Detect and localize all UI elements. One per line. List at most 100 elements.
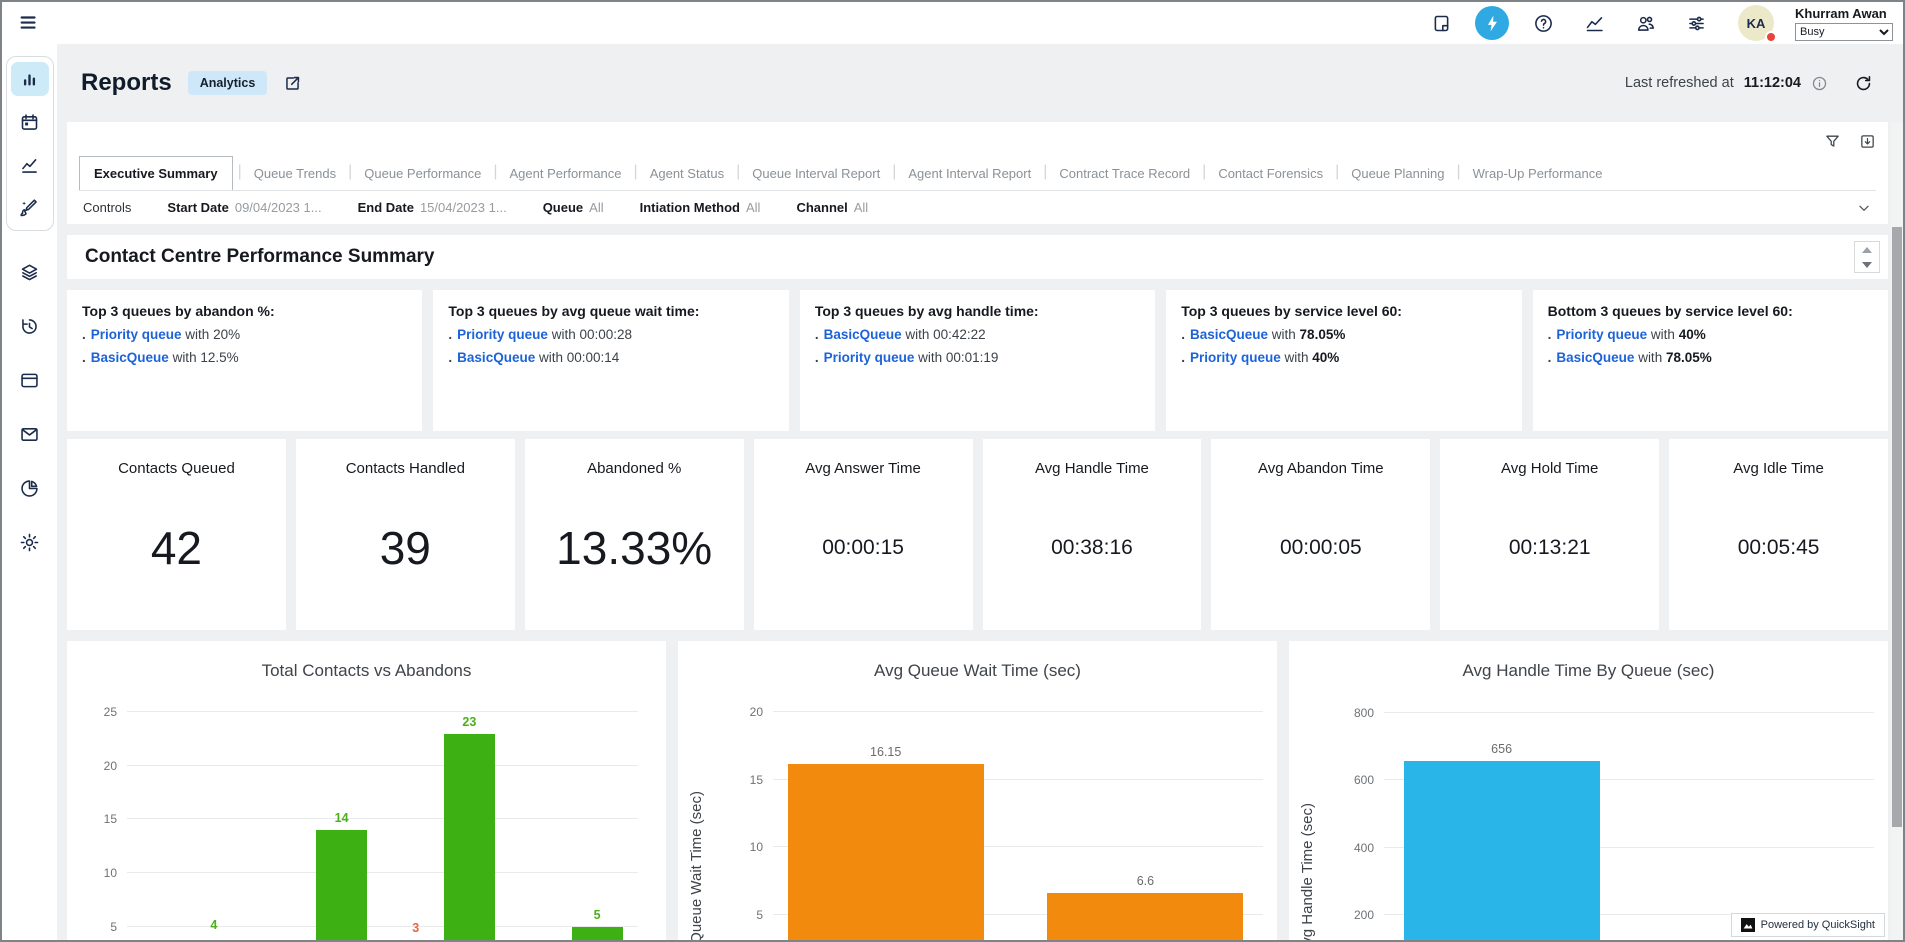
sidebar-item-calendar[interactable] [11,105,49,139]
filter-intiation-method[interactable]: Intiation MethodAll [640,200,761,215]
bar-value-656[interactable] [1404,761,1600,940]
open-external-button[interactable] [283,74,302,93]
sidebar [2,44,57,940]
y-tick-label: 200 [1354,908,1374,922]
bar-value-5[interactable] [572,927,623,940]
queue-link[interactable]: BasicQueue [824,327,902,342]
tab-contact-forensics[interactable]: Contact Forensics [1211,157,1330,190]
page-header-right: Last refreshed at 11:12:04 [1625,74,1873,93]
queue-link[interactable]: Priority queue [457,327,548,342]
controls-collapse-button[interactable] [1856,200,1872,216]
filter-start-date[interactable]: Start Date09/04/2023 1... [167,200,321,215]
tab-queue-trends[interactable]: Queue Trends [247,157,343,190]
user-avatar[interactable]: KA [1738,5,1774,41]
triangle-up-icon [1862,247,1872,253]
sidebar-item-history[interactable] [11,309,49,343]
refresh-info-button[interactable] [1811,75,1828,92]
tab-contract-trace-record[interactable]: Contract Trace Record [1052,157,1197,190]
hamburger-icon [18,12,40,34]
sidebar-item-bar-chart[interactable] [11,62,49,96]
bullet: . [1548,350,1552,365]
tab-executive-summary[interactable]: Executive Summary [79,156,233,191]
gridline [127,818,638,819]
queue-link[interactable]: BasicQueue [1190,327,1268,342]
window-icon [19,370,40,391]
queue-link[interactable]: BasicQueue [91,350,169,365]
y-tick-label: 400 [1354,841,1374,855]
bullet: . [448,350,452,365]
bar-value-16.15[interactable] [788,764,984,940]
tab-separator: | [731,163,745,190]
status-select[interactable]: Busy [1795,23,1893,41]
tab-separator: | [1451,163,1465,190]
calendar-icon [19,112,40,133]
topbar-note-button[interactable] [1424,6,1458,40]
export-download-icon [1859,133,1876,150]
tab-agent-status[interactable]: Agent Status [643,157,731,190]
kpi-value: 42 [151,477,202,630]
filter-label: End Date [358,200,414,215]
queue-link[interactable]: Priority queue [1556,327,1647,342]
summary-value: 00:00:28 [579,327,632,342]
sidebar-item-brush[interactable] [11,191,49,225]
sidebar-item-gear[interactable] [11,525,49,559]
sidebar-item-pie[interactable] [11,471,49,505]
queue-link[interactable]: BasicQueue [1556,350,1634,365]
bar-value-14[interactable] [316,830,367,940]
filter-end-date[interactable]: End Date15/04/2023 1... [358,200,507,215]
summary-card: Top 3 queues by avg queue wait time:.Pri… [433,290,788,431]
tab-separator: | [1330,163,1344,190]
topbar-trend-button[interactable] [1577,6,1611,40]
controls-filters: Start Date09/04/2023 1... End Date15/04/2… [167,200,868,215]
queue-link[interactable]: Priority queue [824,350,915,365]
tab-agent-performance[interactable]: Agent Performance [503,157,629,190]
tab-queue-performance[interactable]: Queue Performance [357,157,488,190]
filter-queue[interactable]: QueueAll [543,200,604,215]
bar-value-23[interactable] [444,734,495,940]
summary-card-title: Bottom 3 queues by service level 60: [1548,303,1873,319]
filter-button[interactable] [1824,133,1841,150]
export-button[interactable] [1859,133,1876,150]
chart-title: Avg Handle Time By Queue (sec) [1289,661,1888,681]
y-tick-label: 10 [750,840,763,854]
vertical-scrollbar-thumb[interactable] [1892,227,1902,827]
quicksight-logo-icon [1741,918,1755,932]
sidebar-item-window[interactable] [11,363,49,397]
tab-agent-interval-report[interactable]: Agent Interval Report [901,157,1038,190]
summary-card-title: Top 3 queues by service level 60: [1181,303,1506,319]
queue-link[interactable]: BasicQueue [457,350,535,365]
hamburger-menu-button[interactable] [14,8,44,38]
connector-text: with [902,327,934,342]
topbar-sliders-button[interactable] [1679,6,1713,40]
kpi-value: 39 [380,477,431,630]
bar-value-6.6[interactable] [1047,893,1243,940]
sidebar-item-line-chart[interactable] [11,148,49,182]
y-tick-label: 800 [1354,706,1374,720]
summary-cards-row: Top 3 queues by abandon %:.Priority queu… [67,290,1888,431]
refresh-button[interactable] [1854,74,1873,93]
topbar-flash-button[interactable] [1475,6,1509,40]
connector-text: with [169,350,201,365]
y-tick-label: 15 [750,773,763,787]
topbar-people-button[interactable] [1628,6,1662,40]
tab-separator: | [1038,163,1052,190]
topbar-help-button[interactable] [1526,6,1560,40]
filter-value: All [589,200,603,215]
filter-channel[interactable]: ChannelAll [796,200,868,215]
tab-queue-interval-report[interactable]: Queue Interval Report [745,157,887,190]
queue-link[interactable]: Priority queue [91,327,182,342]
kpi-label: Avg Answer Time [805,460,921,477]
sidebar-item-mail[interactable] [11,417,49,451]
spinner-up-button[interactable] [1855,242,1879,257]
section-heading-bar: Contact Centre Performance Summary [67,235,1888,279]
sidebar-group [6,56,54,231]
tab-wrap-up-performance[interactable]: Wrap-Up Performance [1466,157,1610,190]
tab-queue-planning[interactable]: Queue Planning [1344,157,1451,190]
summary-value: 00:01:19 [946,350,999,365]
sidebar-item-layers[interactable] [11,255,49,289]
kpi-value: 00:05:45 [1738,477,1820,630]
spinner-down-button[interactable] [1855,257,1879,272]
tab-separator: | [343,163,357,190]
connector-text: with [535,350,567,365]
queue-link[interactable]: Priority queue [1190,350,1281,365]
